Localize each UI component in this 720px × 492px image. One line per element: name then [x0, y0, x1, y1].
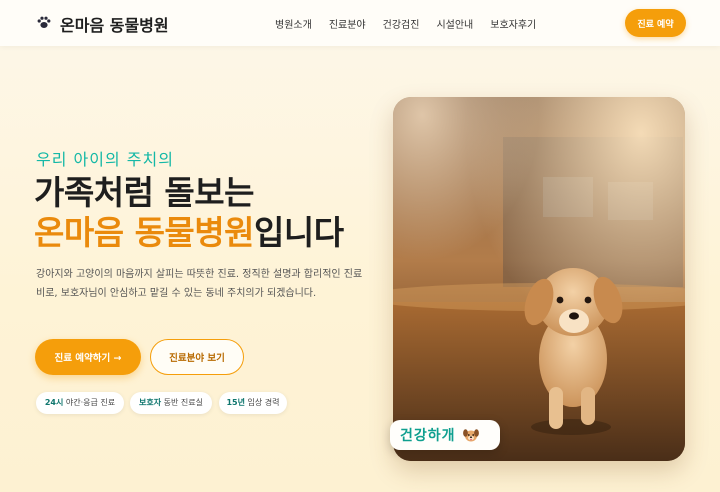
top-navbar: 온마음 동물병원 병원소개 진료분야 건강검진 시설안내 보호자후기 진료 예약	[0, 0, 720, 46]
health-chip: 건강하개	[390, 420, 500, 450]
badge-strong: 보호자	[139, 398, 162, 407]
badge-text: 야간·응급 진료	[63, 398, 116, 407]
health-chip-label: 건강하개	[400, 428, 456, 444]
nav-item-about[interactable]: 병원소개	[275, 16, 312, 31]
dog-face-icon	[462, 426, 480, 444]
nav-item-reviews[interactable]: 보호자후기	[490, 16, 536, 31]
badge-strong: 24시	[44, 398, 64, 407]
nav-item-facilities[interactable]: 시설안내	[436, 16, 473, 31]
hero-title-line2: 온마음 동물병원입니다	[34, 213, 344, 253]
badge-text: 동반 진료실	[161, 398, 203, 407]
nav-item-checkup[interactable]: 건강검진	[383, 16, 420, 31]
hero-title-line1: 가족처럼 돌보는	[34, 173, 255, 212]
badge-strong: 15년	[226, 398, 245, 407]
brand-logo[interactable]: 온마음 동물병원	[36, 12, 169, 36]
main-menu: 병원소개 진료분야 건강검진 시설안내 보호자후기	[275, 16, 553, 31]
book-appointment-button[interactable]: 진료 예약하기 →	[35, 339, 141, 375]
hero-description: 강아지와 고양이의 마음까지 살피는 따뜻한 진료. 정직한 설명과 합리적인 …	[36, 269, 363, 299]
badge-24h-emergency: 24시 야간·응급 진료	[36, 392, 124, 414]
hero-puppy-photo	[393, 97, 685, 461]
badge-guardian-room: 보호자 동반 진료실	[130, 392, 212, 414]
badge-text: 임상 경력	[244, 398, 280, 407]
nav-reservation-button[interactable]: 진료 예약	[625, 9, 686, 37]
hero-title-accent: 온마음 동물병원	[34, 213, 255, 252]
brand-name: 온마음 동물병원	[60, 16, 169, 35]
nav-item-departments[interactable]: 진료분야	[329, 16, 366, 31]
paw-icon	[36, 14, 52, 34]
hero-title-suffix: 입니다	[254, 213, 344, 252]
hero-eyebrow: 우리 아이의 주치의	[36, 150, 174, 169]
badge-experience: 15년 임상 경력	[219, 392, 287, 414]
view-departments-button[interactable]: 진료분야 보기	[150, 339, 244, 375]
